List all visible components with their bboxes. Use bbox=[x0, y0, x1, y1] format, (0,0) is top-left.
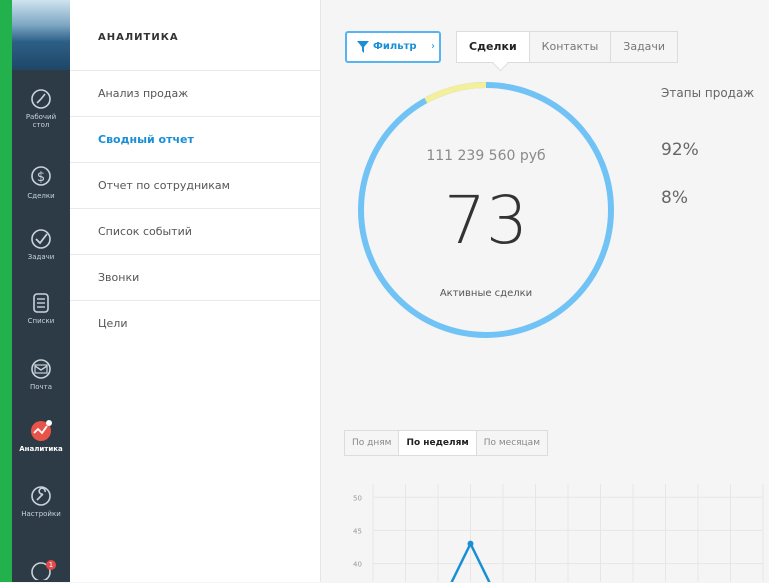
analytics-submenu: АНАЛИТИКА Анализ продаж Сводный отчет От… bbox=[70, 0, 321, 582]
nav-label: Настройки bbox=[21, 510, 61, 518]
tab-contacts[interactable]: Контакты bbox=[528, 31, 612, 63]
nav-item-tasks[interactable]: Задачи bbox=[12, 228, 70, 261]
tab-tasks[interactable]: Задачи bbox=[610, 31, 679, 63]
check-icon bbox=[31, 229, 51, 249]
submenu-item-employee-report[interactable]: Отчет по сотрудникам bbox=[70, 162, 320, 208]
nav-label: Сделки bbox=[27, 192, 55, 200]
svg-text:$: $ bbox=[37, 170, 45, 185]
tab-by-day[interactable]: По дням bbox=[344, 430, 400, 456]
nav-header-image bbox=[12, 0, 70, 70]
submenu-title: АНАЛИТИКА bbox=[98, 32, 179, 43]
y-tick-label: 45 bbox=[353, 527, 362, 535]
tab-by-week[interactable]: По неделям bbox=[398, 430, 477, 456]
nav-label: Аналитика bbox=[19, 445, 63, 453]
nav-item-lists[interactable]: Списки bbox=[12, 292, 70, 325]
data-point[interactable] bbox=[467, 540, 474, 547]
nav-label: Почта bbox=[29, 383, 53, 391]
submenu-item-sales-analysis[interactable]: Анализ продаж bbox=[70, 70, 320, 116]
nav-item-deals[interactable]: $ Сделки bbox=[12, 163, 70, 200]
deals-line-chart: 50454035 bbox=[353, 484, 764, 582]
gauge-segment bbox=[424, 82, 487, 104]
chevron-right-icon: › bbox=[431, 41, 435, 52]
deals-amount: 111 239 560 руб bbox=[426, 148, 546, 164]
nav-item-dashboard[interactable]: Рабочий стол bbox=[12, 88, 70, 129]
nav-label-line2: стол bbox=[32, 121, 50, 129]
notification-badge: 1 bbox=[46, 560, 56, 570]
dashboard-gauge-icon bbox=[31, 89, 51, 109]
entity-tabs: Сделки Контакты Задачи bbox=[456, 31, 679, 63]
nav-item-notifications[interactable]: 1 bbox=[12, 558, 70, 583]
main-content: Фильтр › Сделки Контакты Задачи 111 239 … bbox=[321, 0, 769, 582]
y-tick-label: 40 bbox=[353, 561, 362, 569]
active-deals-count: 73 bbox=[444, 182, 528, 259]
nav-label: Списки bbox=[27, 317, 55, 325]
submenu-item-goals[interactable]: Цели bbox=[70, 300, 320, 346]
mail-icon bbox=[31, 359, 51, 379]
stage-percent: 92% bbox=[661, 140, 699, 160]
nav-item-settings[interactable]: Настройки bbox=[12, 485, 70, 518]
y-tick-label: 50 bbox=[353, 494, 362, 502]
submenu-item-summary-report[interactable]: Сводный отчет bbox=[70, 116, 320, 162]
tab-by-month[interactable]: По месяцам bbox=[475, 430, 548, 456]
wrench-icon bbox=[31, 486, 51, 506]
nav-item-mail[interactable]: Почта bbox=[12, 358, 70, 391]
dollar-icon: $ bbox=[31, 166, 51, 186]
list-icon bbox=[33, 293, 49, 313]
tab-deals[interactable]: Сделки bbox=[456, 31, 530, 63]
sales-stages-title: Этапы продаж bbox=[661, 86, 755, 100]
active-deals-label: Активные сделки bbox=[439, 288, 533, 299]
period-tabs: По дням По неделям По месяцам bbox=[344, 430, 548, 456]
filter-label: Фильтр bbox=[373, 41, 417, 52]
filter-funnel-icon bbox=[357, 41, 369, 53]
stage-percent: 8% bbox=[661, 188, 688, 208]
submenu-item-event-list[interactable]: Список событий bbox=[70, 208, 320, 254]
submenu-item-calls[interactable]: Звонки bbox=[70, 254, 320, 300]
filter-button[interactable]: Фильтр › bbox=[345, 31, 441, 63]
main-nav: Рабочий стол $ Сделки Задачи Списки Почт… bbox=[12, 0, 70, 582]
nav-label: Рабочий bbox=[25, 113, 57, 121]
nav-label: Задачи bbox=[27, 253, 55, 261]
analytics-icon bbox=[31, 420, 52, 441]
left-accent-stripe bbox=[0, 0, 12, 582]
nav-item-analytics[interactable]: Аналитика bbox=[12, 418, 70, 453]
